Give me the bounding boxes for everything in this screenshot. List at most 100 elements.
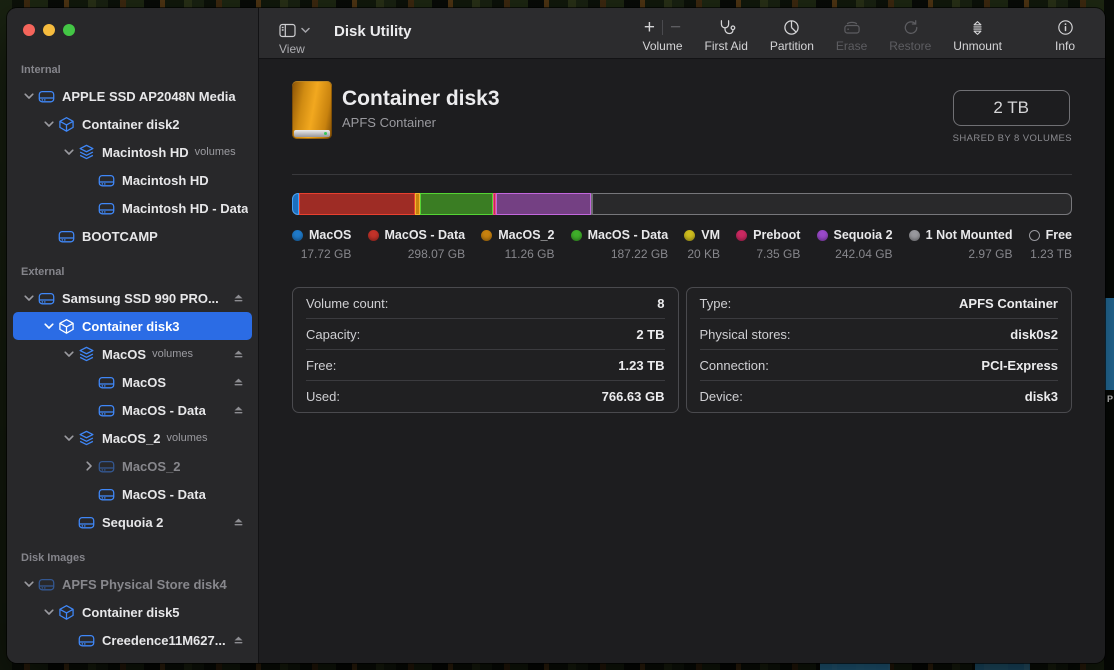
toolbar-button-label: First Aid: [705, 39, 748, 53]
legend-size: 2.97 GB: [968, 247, 1012, 261]
chevron-down-icon[interactable]: [61, 351, 77, 358]
chevron-down-icon[interactable]: [41, 121, 57, 128]
details-label: Volume count:: [306, 296, 388, 311]
sidebar-item[interactable]: APFS Physical Store disk4: [13, 570, 252, 598]
legend-item: VM20 KB: [684, 228, 720, 261]
unmount-button[interactable]: Unmount: [942, 8, 1013, 58]
sidebar-section-title: Internal: [7, 56, 258, 82]
disk-icon: [77, 513, 95, 531]
eject-icon[interactable]: [233, 377, 244, 388]
legend-size: 187.22 GB: [611, 247, 668, 261]
sidebar-item[interactable]: BOOTCAMP: [13, 222, 252, 250]
eject-icon[interactable]: [233, 349, 244, 360]
details-label: Type:: [700, 296, 732, 311]
legend-size: 242.04 GB: [835, 247, 892, 261]
sidebar-section: Disk ImagesAPFS Physical Store disk4Cont…: [7, 544, 258, 654]
sidebar-item-suffix: volumes: [152, 348, 193, 360]
legend-item: Sequoia 2 242.04 GB: [817, 228, 893, 261]
eject-icon[interactable]: [233, 293, 244, 304]
details-value: disk3: [1025, 389, 1058, 404]
legend-size: 1.23 TB: [1030, 247, 1072, 261]
chevron-down-icon[interactable]: [61, 435, 77, 442]
sidebar-item-suffix: volumes: [195, 146, 236, 158]
close-button[interactable]: [23, 24, 35, 36]
legend-name: MacOS - Data: [385, 228, 466, 242]
legend-size: 20 KB: [687, 247, 720, 261]
details-tables: Volume count:8Capacity:2 TBFree:1.23 TBU…: [292, 287, 1072, 413]
sidebar-item[interactable]: Macintosh HD - Data: [13, 194, 252, 222]
chevron-down-icon[interactable]: [41, 609, 57, 616]
sidebar-item[interactable]: Macintosh HDvolumes: [13, 138, 252, 166]
volume-button[interactable]: +− Volume: [632, 8, 694, 58]
info-button[interactable]: Info: [1041, 8, 1089, 58]
sidebar-item[interactable]: MacOSvolumes: [13, 340, 252, 368]
toolbar-button-label: Unmount: [953, 39, 1002, 53]
content-area: Container disk3 APFS Container 2 TB SHAR…: [259, 59, 1105, 663]
sidebar-item-label: Samsung SSD 990 PRO...: [62, 291, 219, 306]
sidebar-item[interactable]: Samsung SSD 990 PRO...: [13, 284, 252, 312]
chevron-down-icon[interactable]: [41, 323, 57, 330]
add-volume-button[interactable]: +: [644, 18, 655, 37]
sidebar-item[interactable]: APPLE SSD AP2048N Media: [13, 82, 252, 110]
legend-size: 11.26 GB: [505, 247, 555, 261]
first-aid-button[interactable]: First Aid: [694, 8, 759, 58]
view-button[interactable]: View: [279, 8, 310, 58]
disk-icon: [37, 575, 55, 593]
partition-button[interactable]: Partition: [759, 8, 825, 58]
container-icon: [57, 115, 75, 133]
sidebar-item[interactable]: Container disk3: [13, 312, 252, 340]
first-aid-icon: [717, 19, 736, 36]
legend-swatch: [684, 230, 695, 241]
sidebar-item[interactable]: Container disk5: [13, 598, 252, 626]
sidebar-item[interactable]: Container disk2: [13, 110, 252, 138]
legend-size: 298.07 GB: [408, 247, 465, 261]
minimize-button[interactable]: [43, 24, 55, 36]
toolbar-button-label: Volume: [643, 39, 683, 53]
sidebar-item[interactable]: MacOS - Data: [13, 396, 252, 424]
disk-icon: [97, 457, 115, 475]
eject-icon[interactable]: [233, 405, 244, 416]
legend-swatch: [481, 230, 492, 241]
sidebar-item-label: Container disk2: [82, 117, 180, 132]
details-table-left: Volume count:8Capacity:2 TBFree:1.23 TBU…: [292, 287, 679, 413]
main-pane: View Disk Utility +−VolumeFirst AidParti…: [259, 8, 1105, 663]
sidebar-item[interactable]: MacOS: [13, 368, 252, 396]
disk-utility-window: InternalAPPLE SSD AP2048N MediaContainer…: [7, 8, 1105, 663]
page-subtitle: APFS Container: [342, 115, 500, 130]
toolbar-button-label: Restore: [889, 39, 931, 53]
details-label: Free:: [306, 358, 336, 373]
chevron-down-icon[interactable]: [61, 149, 77, 156]
sidebar: InternalAPPLE SSD AP2048N Media Container…: [7, 8, 259, 663]
legend-name: Sequoia 2: [834, 228, 893, 242]
details-label: Physical stores:: [700, 327, 791, 342]
details-row: Physical stores:disk0s2: [700, 319, 1059, 350]
sidebar-tree: InternalAPPLE SSD AP2048N Media Container…: [7, 56, 258, 663]
sidebar-item[interactable]: MacOS_2: [13, 452, 252, 480]
details-value: 8: [657, 296, 664, 311]
zoom-button[interactable]: [63, 24, 75, 36]
sidebar-item[interactable]: Creedence11M627...: [13, 626, 252, 654]
usage-legend: MacOS17.72 GBMacOS - Data298.07 GBMacOS_…: [292, 228, 1072, 261]
disk-icon: [97, 373, 115, 391]
disk-icon: [97, 171, 115, 189]
sidebar-item[interactable]: Sequoia 2: [13, 508, 252, 536]
toolbar-button-label: Partition: [770, 39, 814, 53]
legend-item: Preboot7.35 GB: [736, 228, 800, 261]
volume-icon: +−: [644, 18, 681, 37]
eject-icon[interactable]: [233, 517, 244, 528]
details-label: Used:: [306, 389, 340, 404]
chevron-down-icon[interactable]: [21, 295, 37, 302]
sidebar-toggle-icon: [279, 23, 296, 38]
details-label: Device:: [700, 389, 743, 404]
sidebar-item[interactable]: MacOS - Data: [13, 480, 252, 508]
sidebar-section: InternalAPPLE SSD AP2048N Media Container…: [7, 56, 258, 250]
chevron-right-icon[interactable]: [81, 461, 97, 471]
legend-size: 7.35 GB: [756, 247, 800, 261]
legend-swatch: [368, 230, 379, 241]
sidebar-item[interactable]: Macintosh HD: [13, 166, 252, 194]
usage-segment: [591, 193, 593, 215]
sidebar-item[interactable]: MacOS_2volumes: [13, 424, 252, 452]
chevron-down-icon[interactable]: [21, 581, 37, 588]
eject-icon[interactable]: [233, 635, 244, 646]
chevron-down-icon[interactable]: [21, 93, 37, 100]
